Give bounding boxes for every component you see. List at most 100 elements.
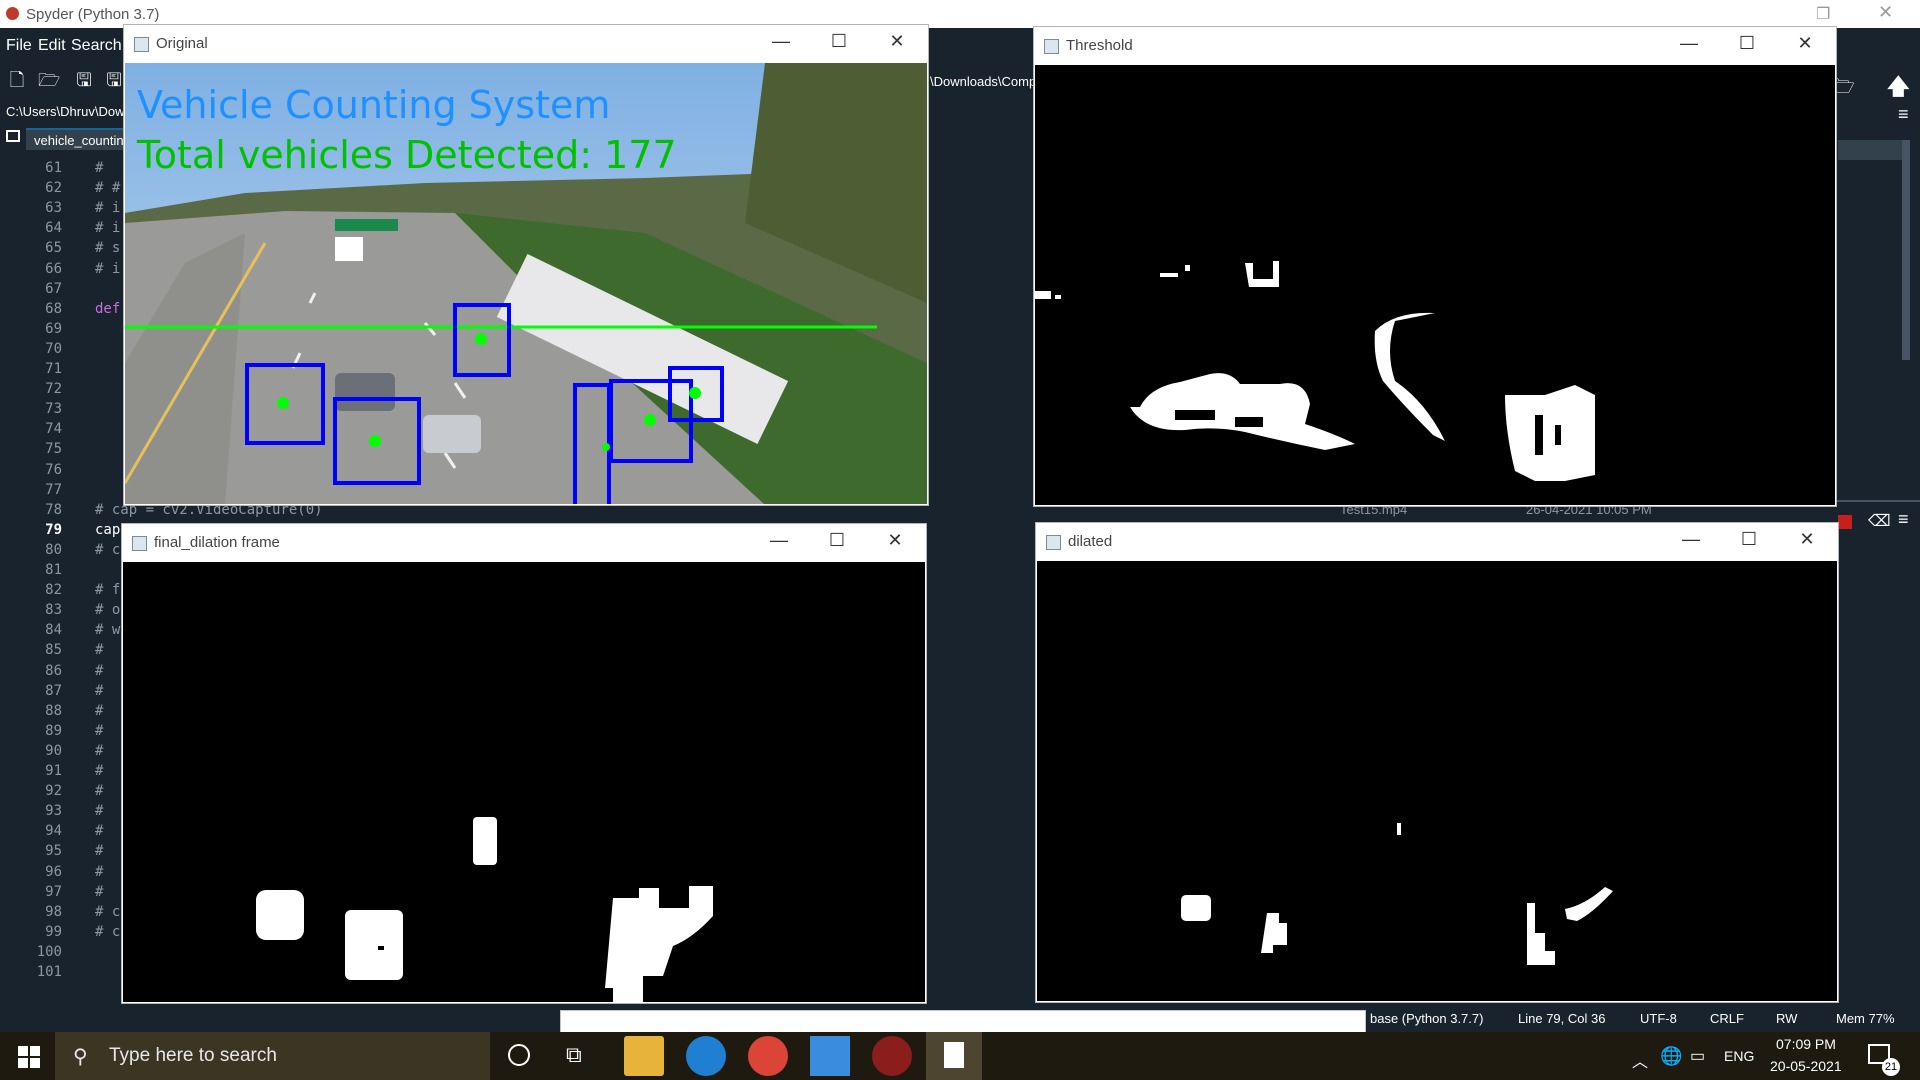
taskbar-search[interactable]: ⚲ Type here to search [55, 1032, 490, 1080]
window-final-dilation[interactable]: final_dilation frame — ☐ ✕ [121, 523, 927, 1004]
clock-time[interactable]: 07:09 PM [1776, 1036, 1836, 1052]
line-number: 96 [45, 863, 62, 880]
battery-icon[interactable]: ▭ [1690, 1046, 1705, 1066]
titlebar[interactable]: Original — ☐ ✕ [124, 25, 928, 63]
browse-tabs-icon[interactable] [6, 130, 20, 142]
maximize-icon[interactable]: ☐ [822, 530, 852, 551]
close-icon[interactable]: ✕ [1792, 529, 1822, 550]
working-directory[interactable]: C:\Users\Dhruv\Dow [0, 100, 130, 122]
chrome-icon[interactable] [748, 1036, 788, 1076]
code-line[interactable]: # [95, 703, 103, 719]
line-number: 62 [45, 180, 62, 197]
code-line[interactable]: cap [95, 522, 120, 538]
save-icon[interactable]: 🖫 [74, 70, 94, 90]
code-line[interactable]: # c [95, 542, 120, 558]
open-folder-icon[interactable]: 🗁 [38, 70, 60, 90]
cortana-icon[interactable] [508, 1044, 530, 1066]
explorer-scrollbar[interactable] [1902, 140, 1910, 360]
new-file-icon[interactable]: 🗋 [7, 70, 27, 90]
file-explorer-icon[interactable] [624, 1036, 664, 1076]
parent-dir-icon[interactable]: 🡅 [1887, 70, 1913, 99]
tab-vehicle-counting[interactable]: vehicle_countin [26, 128, 130, 150]
maximize-icon[interactable]: ☐ [1734, 529, 1764, 550]
titlebar[interactable]: dilated — ☐ ✕ [1036, 523, 1838, 561]
original-frame: Vehicle Counting System Total vehicles D… [125, 63, 927, 504]
code-line[interactable]: # s [95, 240, 120, 256]
minimize-icon[interactable]: — [766, 31, 796, 52]
network-icon[interactable]: 🌐 [1660, 1046, 1682, 1067]
menu-search[interactable]: Search [71, 37, 122, 55]
minimize-icon[interactable]: — [1674, 33, 1704, 54]
photos-icon[interactable] [810, 1036, 850, 1076]
explorer-selected-row[interactable] [1838, 140, 1904, 160]
titlebar[interactable]: final_dilation frame — ☐ ✕ [122, 524, 926, 562]
line-number: 85 [45, 642, 62, 659]
code-line[interactable]: # f [95, 582, 120, 598]
window-original[interactable]: Original — ☐ ✕ Vehicle Counting System T… [123, 24, 929, 506]
close-icon[interactable]: ✕ [880, 530, 910, 551]
code-line[interactable]: # [95, 683, 103, 699]
line-number: 98 [45, 903, 62, 920]
code-line[interactable]: # c [95, 924, 120, 940]
code-line[interactable]: # [95, 743, 103, 759]
line-number: 63 [45, 200, 62, 217]
clock-date[interactable]: 20-05-2021 [1770, 1058, 1842, 1074]
line-number: 79 [45, 521, 62, 538]
notification-count: 21 [1882, 1058, 1900, 1076]
code-line[interactable]: # [95, 884, 103, 900]
tray-chevron-icon[interactable]: ︿ [1632, 1048, 1648, 1072]
code-line[interactable]: # [95, 843, 103, 859]
interrupt-icon[interactable] [1838, 515, 1852, 529]
line-number: 94 [45, 823, 62, 840]
editor[interactable]: 61 #62 # #63 # i 64 # i 65 # s 66 # i 67 68 def 69 70 7… [0, 152, 323, 982]
window-dilated[interactable]: dilated — ☐ ✕ [1035, 522, 1839, 1003]
edge-icon[interactable] [686, 1036, 726, 1076]
task-view-icon[interactable]: ⧉ [566, 1042, 582, 1068]
hidden-window-strip[interactable] [560, 1010, 1366, 1034]
code-line[interactable]: # [95, 864, 103, 880]
code-line[interactable]: # [95, 160, 103, 176]
code-line[interactable]: # [95, 823, 103, 839]
explorer-path[interactable]: \Downloads\Comp [928, 62, 1036, 102]
toolbar: 🗋 🗁 🖫 🖫 [0, 62, 125, 100]
language-indicator[interactable]: ENG [1724, 1048, 1754, 1064]
minimize-icon[interactable]: — [1676, 529, 1706, 550]
code-line[interactable]: # o [95, 602, 120, 618]
code-line[interactable]: # [95, 723, 103, 739]
menu-edit[interactable]: Edit [38, 37, 66, 55]
code-line[interactable]: def [95, 301, 120, 317]
explorer-menu-icon[interactable]: ≡ [1898, 104, 1909, 125]
close-icon[interactable]: ✕ [882, 31, 912, 52]
code-line[interactable]: # [95, 783, 103, 799]
code-line[interactable]: # i [95, 200, 120, 216]
spyder-logo-icon [6, 7, 19, 20]
maximize-icon[interactable]: ☐ [1732, 33, 1762, 54]
code-line[interactable]: # w [95, 622, 120, 638]
search-placeholder: Type here to search [109, 1045, 277, 1066]
minimize-icon[interactable]: — [764, 530, 794, 551]
code-line[interactable]: # i [95, 220, 120, 236]
code-line[interactable]: # [95, 803, 103, 819]
line-number: 87 [45, 682, 62, 699]
restore-icon[interactable]: ❐ [1816, 4, 1830, 24]
notepad-taskbar-icon[interactable] [926, 1032, 982, 1080]
code-line[interactable]: # [95, 763, 103, 779]
maximize-icon[interactable]: ☐ [824, 31, 854, 52]
spyder-taskbar-icon[interactable] [872, 1036, 912, 1076]
windows-start-icon[interactable] [18, 1046, 40, 1068]
traffic-scene: Vehicle Counting System Total vehicles D… [125, 63, 927, 504]
titlebar[interactable]: Threshold — ☐ ✕ [1034, 27, 1836, 65]
console-menu-icon[interactable]: ≡ [1898, 509, 1909, 530]
window-icon [1046, 535, 1061, 550]
code-line[interactable]: # i [95, 261, 120, 277]
code-line[interactable]: # # [95, 180, 120, 196]
window-threshold[interactable]: Threshold — ☐ ✕ [1033, 26, 1837, 507]
code-line[interactable]: # [95, 642, 103, 658]
save-all-icon[interactable]: 🖫 [104, 70, 124, 90]
code-line[interactable]: # c [95, 904, 120, 920]
close-icon[interactable]: ✕ [1790, 33, 1820, 54]
close-icon[interactable]: ✕ [1878, 2, 1893, 23]
eraser-icon[interactable]: ⌫ [1868, 511, 1891, 531]
code-line[interactable]: # [95, 663, 103, 679]
menu-file[interactable]: File [6, 37, 32, 55]
